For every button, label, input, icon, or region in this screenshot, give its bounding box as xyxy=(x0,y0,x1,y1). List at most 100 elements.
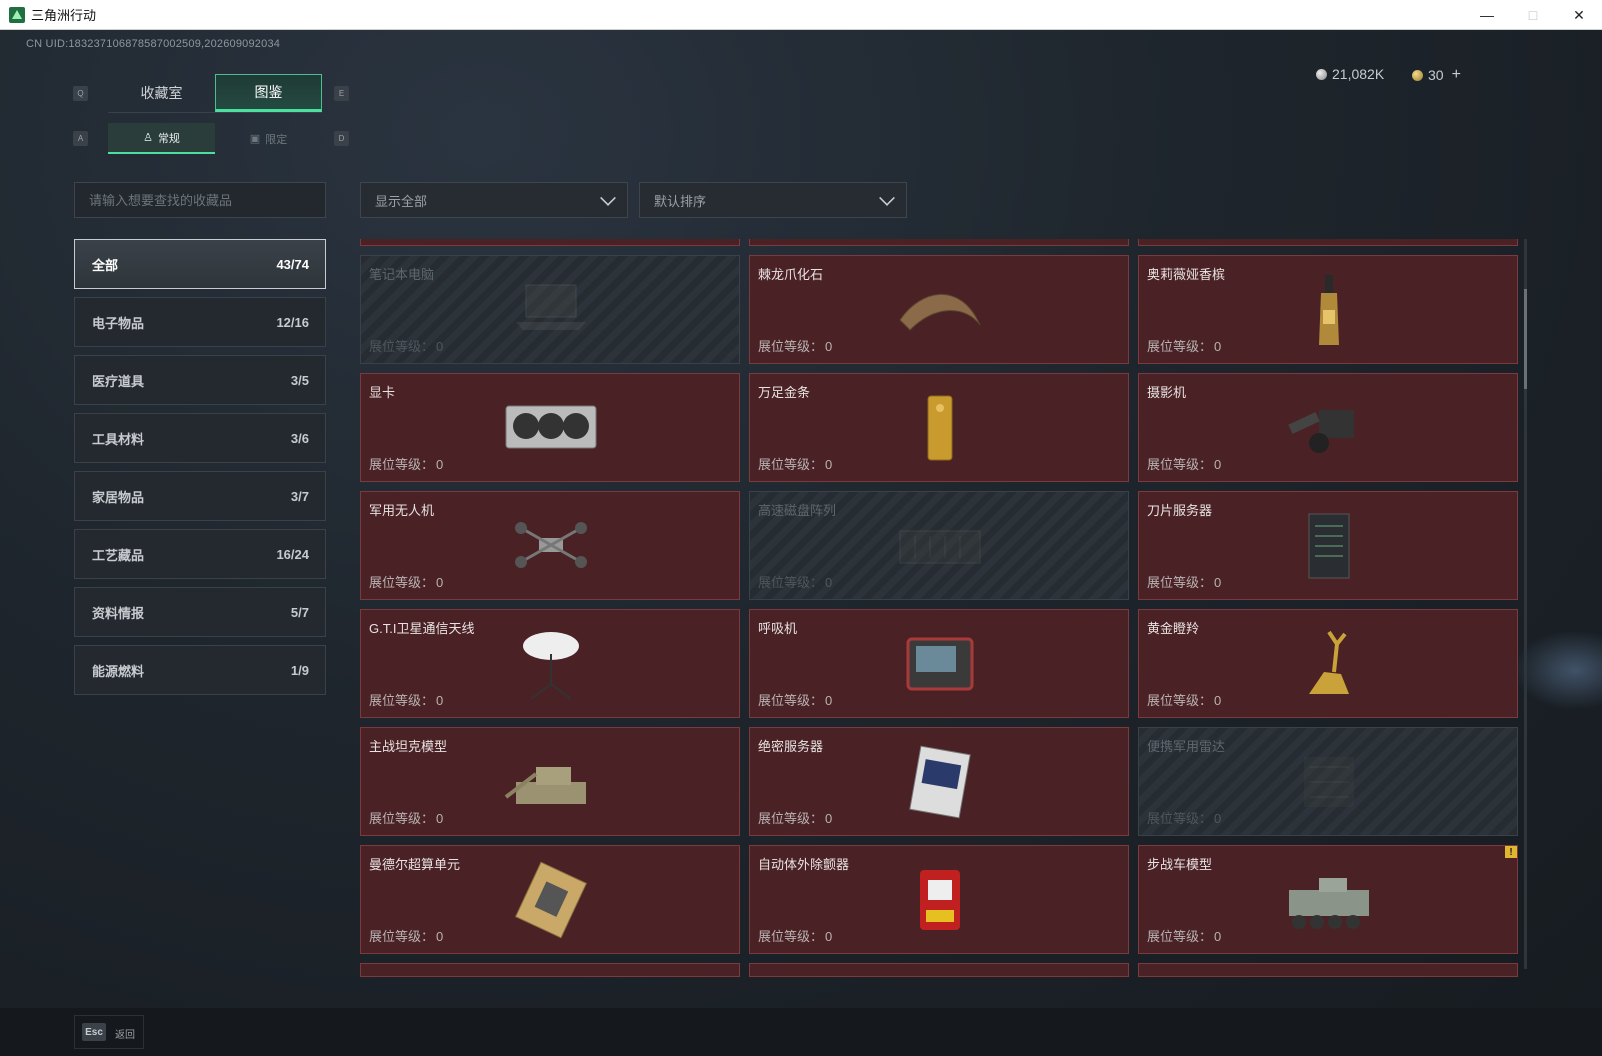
collectible-card-partial[interactable] xyxy=(749,239,1129,246)
keyhint-a: A xyxy=(73,131,88,146)
collectible-name: 绝密服务器 xyxy=(758,739,824,754)
window-title: 三角洲行动 xyxy=(31,8,97,23)
collectible-card[interactable]: 军用无人机 展位等级： 0 xyxy=(360,491,740,600)
collectible-level: 展位等级： 0 xyxy=(369,572,443,591)
chevron-down-icon xyxy=(600,190,616,206)
subtab-limited-label: 限定 xyxy=(265,133,288,146)
close-button[interactable]: ✕ xyxy=(1556,0,1602,30)
collectible-card[interactable]: 步战车模型 展位等级： 0! xyxy=(1138,845,1518,954)
category-count: 3/7 xyxy=(290,488,309,504)
category-item[interactable]: 全部 43/74 xyxy=(74,239,326,289)
collectible-card[interactable]: 主战坦克模型 展位等级： 0 xyxy=(360,727,740,836)
collectible-card[interactable]: 奥莉薇娅香槟 展位等级： 0 xyxy=(1138,255,1518,364)
frame-icon: ▣ xyxy=(249,133,261,145)
collectible-card-partial[interactable] xyxy=(360,963,740,977)
collectible-card-partial[interactable] xyxy=(1138,239,1518,246)
collectible-card[interactable]: 黄金瞪羚 展位等级： 0 xyxy=(1138,609,1518,718)
game-view: CN UID:1832371068785870025­09,2026090920… xyxy=(0,30,1602,1056)
collectible-card-partial[interactable] xyxy=(1138,963,1518,977)
category-item[interactable]: 工具材料 3/6 xyxy=(74,413,326,463)
collectible-level: 展位等级： 0 xyxy=(758,572,832,591)
collectible-card-partial[interactable] xyxy=(360,239,740,246)
tab-collection-room[interactable]: 收藏室 xyxy=(108,74,215,112)
collectible-name: 自动体外除颤器 xyxy=(758,857,850,872)
level-value: 0 xyxy=(825,693,833,708)
category-item[interactable]: 医疗道具 3/5 xyxy=(74,355,326,405)
category-count: 43/74 xyxy=(276,256,309,272)
category-label: 能源燃料 xyxy=(92,663,145,679)
grid-scrollbar[interactable] xyxy=(1524,239,1527,969)
collectible-card[interactable]: 棘龙爪化石展位等级： 0 xyxy=(749,255,1129,364)
minimize-button[interactable]: — xyxy=(1464,0,1510,30)
collectible-name: 显卡 xyxy=(369,385,396,400)
level-label: 展位等级： xyxy=(369,693,435,708)
level-label: 展位等级： xyxy=(1147,811,1213,826)
collectible-card[interactable]: 曼德尔超算单元 展位等级： 0 xyxy=(360,845,740,954)
collectible-card-partial[interactable] xyxy=(749,963,1129,977)
level-value: 0 xyxy=(1214,693,1222,708)
collectible-card[interactable]: 呼吸机 展位等级： 0 xyxy=(749,609,1129,718)
collectible-name: 黄金瞪羚 xyxy=(1147,621,1200,636)
silver-currency: 21,082K xyxy=(1316,66,1384,82)
category-item[interactable]: 电子物品 12/16 xyxy=(74,297,326,347)
gold-currency: 30 + xyxy=(1412,66,1461,84)
category-label: 工具材料 xyxy=(92,431,145,447)
collectible-card[interactable]: 自动体外除颤器 展位等级： 0 xyxy=(749,845,1129,954)
drone-icon xyxy=(501,506,601,586)
collectible-card[interactable]: 绝密服务器 展位等级： 0 xyxy=(749,727,1129,836)
collectible-name: G.T.I卫星通信天线 xyxy=(369,621,475,636)
sub-tabs: ♙ 常规 ▣ 限定 xyxy=(108,123,322,154)
laptop-icon xyxy=(501,270,601,350)
category-item[interactable]: 能源燃料 1/9 xyxy=(74,645,326,695)
collectible-level: 展位等级： 0 xyxy=(1147,454,1221,473)
category-count: 12/16 xyxy=(276,314,309,330)
grid-row: 军用无人机 展位等级： 0 高速磁盘阵列 展位等级： 0 刀片服务器 展位等级： 0 xyxy=(360,491,1520,600)
grid-row-partial xyxy=(360,239,1520,246)
category-item[interactable]: 家居物品 3/7 xyxy=(74,471,326,521)
collectible-card[interactable]: 摄影机 展位等级： 0 xyxy=(1138,373,1518,482)
collectible-card[interactable]: 便携军用雷达 展位等级： 0 xyxy=(1138,727,1518,836)
collectible-card[interactable]: 高速磁盘阵列 展位等级： 0 xyxy=(749,491,1129,600)
subtab-limited[interactable]: ▣ 限定 xyxy=(215,123,322,154)
level-label: 展位等级： xyxy=(1147,339,1213,354)
category-item[interactable]: 工艺藏品 16/24 xyxy=(74,529,326,579)
collectible-name: 步战车模型 xyxy=(1147,857,1213,872)
category-label: 电子物品 xyxy=(92,315,145,331)
category-label: 家居物品 xyxy=(92,489,145,505)
collectible-card[interactable]: 显卡 展位等级： 0 xyxy=(360,373,740,482)
category-item[interactable]: 资料情报 5/7 xyxy=(74,587,326,637)
warning-icon: ! xyxy=(1505,846,1517,858)
search-input[interactable] xyxy=(74,182,326,218)
collectible-card[interactable]: 万足金条 展位等级： 0 xyxy=(749,373,1129,482)
collectible-name: 棘龙爪化石 xyxy=(758,267,824,282)
collectible-card[interactable]: 刀片服务器 展位等级： 0 xyxy=(1138,491,1518,600)
level-label: 展位等级： xyxy=(758,457,824,472)
collectible-card[interactable]: 笔记本电脑 展位等级： 0 xyxy=(360,255,740,364)
scrollbar-thumb[interactable] xyxy=(1524,289,1527,389)
level-value: 0 xyxy=(825,575,833,590)
gold-bar-icon xyxy=(890,388,990,468)
secret-server-icon xyxy=(890,742,990,822)
category-count: 3/6 xyxy=(290,430,309,446)
add-currency-button[interactable]: + xyxy=(1452,66,1461,84)
grid-row: 主战坦克模型 展位等级： 0 绝密服务器 展位等级： 0 便携军用雷达 展位等级： 0 xyxy=(360,727,1520,836)
collectible-level: 展位等级： 0 xyxy=(758,690,832,709)
collectible-level: 展位等级： 0 xyxy=(369,926,443,945)
level-value: 0 xyxy=(1214,339,1222,354)
grid-row: G.T.I卫星通信天线 展位等级： 0 呼吸机 展位等级： 0 黄金瞪羚 展位等级： 0 xyxy=(360,609,1520,718)
level-value: 0 xyxy=(825,457,833,472)
subtab-regular[interactable]: ♙ 常规 xyxy=(108,123,215,154)
radar-icon xyxy=(1279,742,1379,822)
golden-gazelle-icon xyxy=(1279,624,1379,704)
level-value: 0 xyxy=(436,693,444,708)
level-value: 0 xyxy=(436,339,444,354)
show-filter-dropdown[interactable]: 显示全部 xyxy=(360,182,628,218)
sort-dropdown[interactable]: 默认排序 xyxy=(639,182,907,218)
maximize-button[interactable]: □ xyxy=(1510,0,1556,30)
user-uid: CN UID:1832371068785870025­09,2026090920… xyxy=(26,38,281,50)
subtab-regular-label: 常规 xyxy=(157,132,180,145)
app-logo-icon xyxy=(9,6,25,23)
collectible-level: 展位等级： 0 xyxy=(758,336,832,355)
tab-catalog[interactable]: 图鉴 xyxy=(215,74,322,112)
collectible-card[interactable]: G.T.I卫星通信天线 展位等级： 0 xyxy=(360,609,740,718)
